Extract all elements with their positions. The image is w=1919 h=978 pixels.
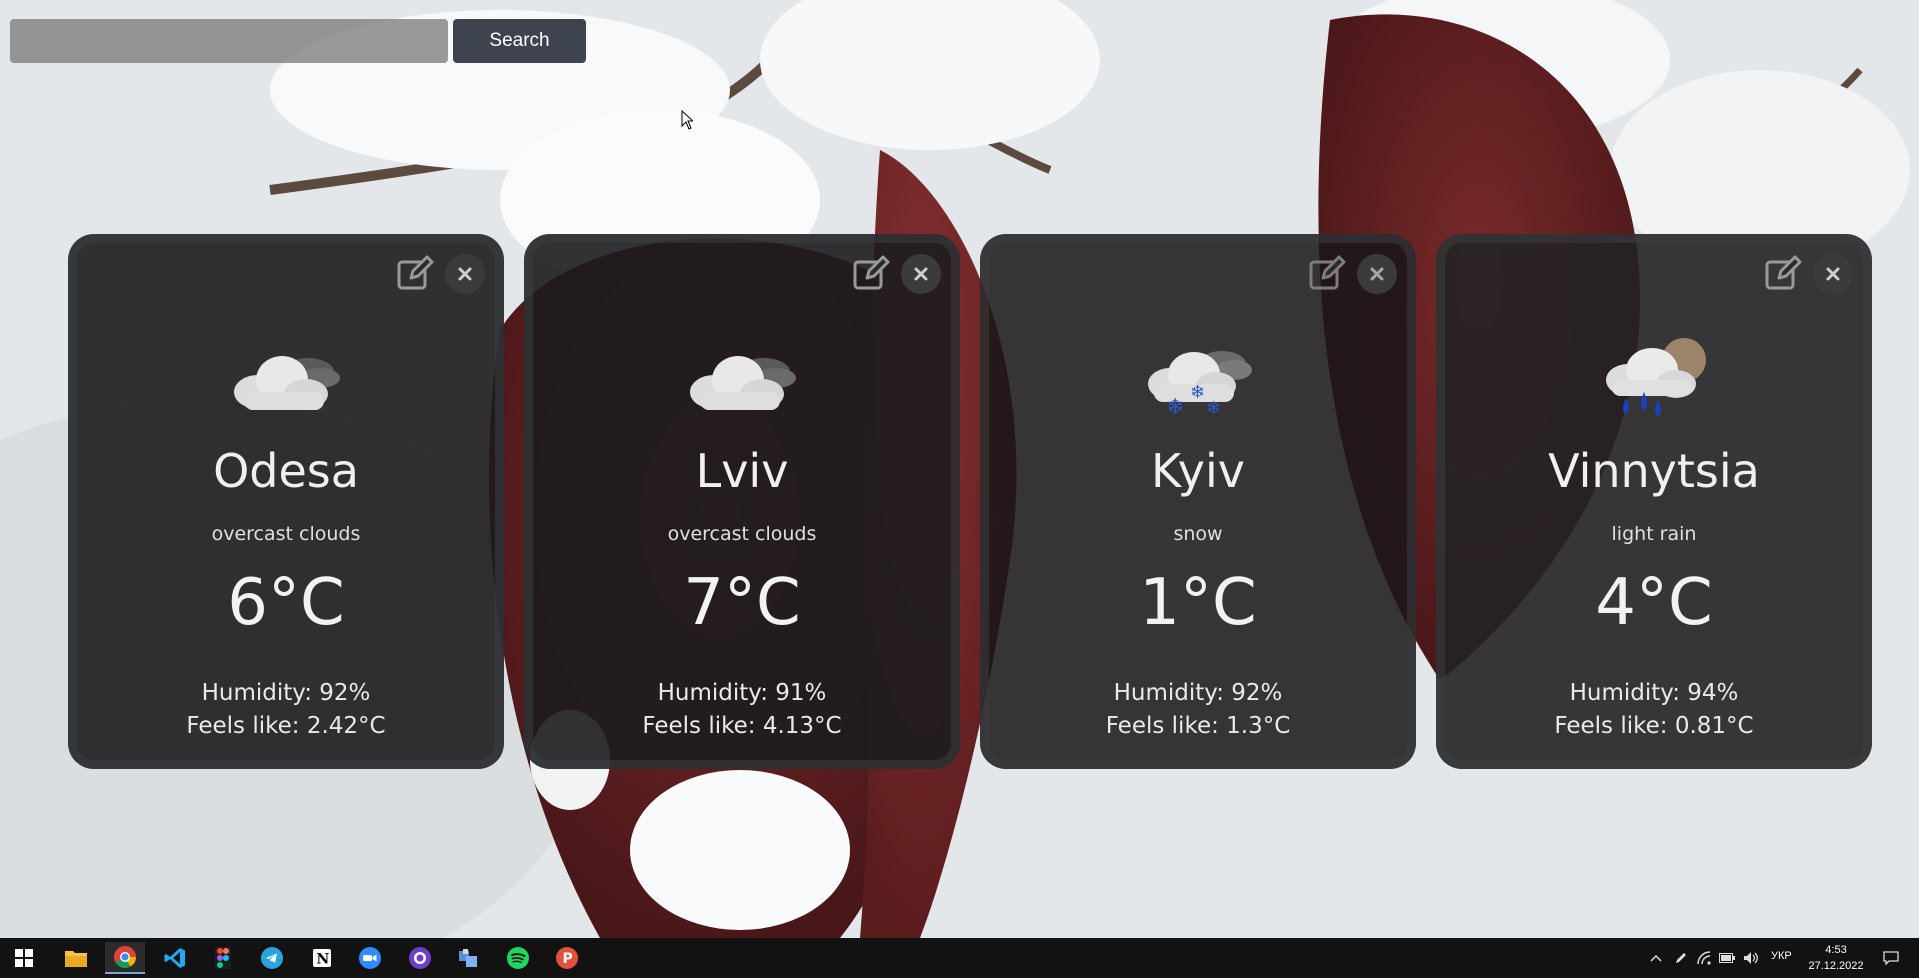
battery-icon [1719, 953, 1735, 963]
volume-icon [1744, 952, 1758, 964]
notification-icon [1883, 951, 1899, 965]
weather-description: light rain [1611, 523, 1697, 545]
close-button[interactable] [445, 254, 485, 294]
edit-icon [397, 255, 434, 290]
city-name: Kyiv [1150, 444, 1246, 498]
weather-description: overcast clouds [211, 523, 361, 545]
notification-center-button[interactable] [1876, 938, 1906, 978]
figma-icon [215, 947, 231, 969]
weather-card-lviv: Lviv overcast clouds 7°C Humidity: 91% F… [524, 234, 960, 769]
clock-date: 27.12.2022 [1808, 960, 1864, 972]
vscode-icon [164, 948, 185, 968]
windows-start-icon [15, 949, 33, 967]
close-icon [914, 267, 928, 281]
zoom-icon [359, 947, 381, 969]
clock[interactable]: 4:53 27.12.2022 [1799, 942, 1873, 974]
tray-volume-button[interactable] [1742, 938, 1760, 978]
close-button[interactable] [1813, 254, 1853, 294]
taskbar-vscode[interactable] [155, 942, 195, 974]
taskbar-zoom[interactable] [350, 942, 390, 974]
edit-button[interactable] [394, 252, 436, 294]
mouse-cursor-icon [681, 110, 693, 130]
humidity: Humidity: 92% [201, 680, 371, 706]
feels-like: Feels like: 1.3°C [1105, 713, 1291, 739]
snow-icon: ❄ ❄ ❄ [1148, 351, 1252, 420]
close-icon [1370, 267, 1384, 281]
edit-button[interactable] [1306, 252, 1348, 294]
taskbar-chrome[interactable] [105, 942, 145, 974]
feels-like: Feels like: 2.42°C [186, 713, 386, 739]
taskbar-github-desktop[interactable] [400, 942, 440, 974]
taskbar-figma[interactable] [203, 942, 243, 974]
tray-network-button[interactable] [1696, 938, 1714, 978]
taskbar-spotify[interactable] [498, 942, 538, 974]
close-button[interactable] [1357, 254, 1397, 294]
humidity: Humidity: 92% [1113, 680, 1283, 706]
taskbar-app[interactable] [448, 942, 488, 974]
taskbar: N P УКР 4:53 27.12.2022 [0, 938, 1919, 978]
github-desktop-icon [409, 947, 431, 969]
start-button[interactable] [4, 942, 44, 974]
feels-like: Feels like: 4.13°C [642, 713, 842, 739]
pen-icon [1676, 953, 1686, 963]
taskbar-notion[interactable]: N [302, 942, 342, 974]
postman-icon: P [556, 947, 578, 969]
language-indicator[interactable]: УКР [1771, 950, 1792, 962]
app-icon [459, 949, 477, 967]
humidity: Humidity: 94% [1569, 680, 1739, 706]
tray-pen-button[interactable] [1672, 938, 1690, 978]
search-input[interactable] [10, 19, 448, 63]
svg-text:P: P [563, 951, 573, 967]
weather-description: overcast clouds [667, 523, 817, 545]
overcast-clouds-icon [234, 356, 340, 410]
close-icon [458, 267, 472, 281]
temperature: 1°C [1139, 566, 1257, 640]
taskbar-telegram[interactable] [252, 942, 292, 974]
clock-time: 4:53 [1825, 944, 1847, 956]
edit-icon [853, 255, 890, 290]
edit-icon [1309, 255, 1346, 290]
chevron-up-icon [1650, 954, 1662, 962]
tray-overflow-button[interactable] [1648, 938, 1664, 978]
city-name: Vinnytsia [1548, 444, 1760, 498]
temperature: 6°C [227, 566, 345, 640]
edit-icon [1765, 255, 1802, 290]
svg-text:N: N [317, 952, 330, 968]
feels-like: Feels like: 0.81°C [1554, 713, 1754, 739]
overcast-clouds-icon [690, 356, 796, 410]
edit-button[interactable] [850, 252, 892, 294]
tray-battery-button[interactable] [1718, 938, 1736, 978]
weather-card-odesa: Odesa overcast clouds 6°C Humidity: 92% … [68, 234, 504, 769]
spotify-icon [507, 947, 529, 969]
close-button[interactable] [901, 254, 941, 294]
notion-icon: N [313, 949, 331, 968]
svg-text:❄: ❄ [1206, 398, 1221, 419]
weather-card-kyiv: ❄ ❄ ❄ Kyiv snow 1°C Humidity: 92% Feels … [980, 234, 1416, 769]
light-rain-icon [1606, 338, 1706, 416]
weather-description: snow [1173, 523, 1223, 545]
svg-text:❄: ❄ [1166, 395, 1184, 420]
taskbar-postman[interactable]: P [547, 942, 587, 974]
telegram-icon [261, 947, 283, 969]
city-name: Odesa [213, 444, 359, 498]
search-button[interactable]: Search [453, 19, 586, 63]
svg-text:❄: ❄ [1190, 382, 1205, 403]
taskbar-file-explorer[interactable] [56, 942, 96, 974]
edit-button[interactable] [1762, 252, 1804, 294]
humidity: Humidity: 91% [657, 680, 827, 706]
temperature: 7°C [683, 566, 801, 640]
city-name: Lviv [695, 444, 789, 498]
temperature: 4°C [1595, 566, 1713, 640]
close-icon [1826, 267, 1840, 281]
weather-card-vinnytsia: Vinnytsia light rain 4°C Humidity: 94% F… [1436, 234, 1872, 769]
chrome-icon [114, 946, 136, 968]
wifi-icon [1697, 951, 1711, 965]
folder-icon [65, 951, 87, 967]
